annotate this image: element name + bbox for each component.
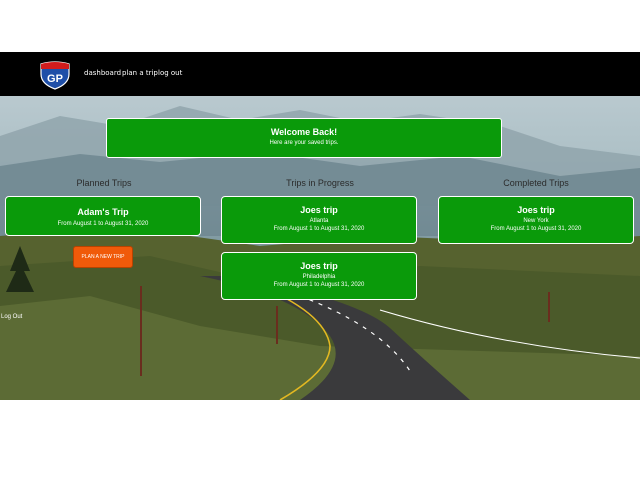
navbar: GP dashboard plan a trip log out (0, 52, 640, 96)
trip-name: Adam's Trip (77, 207, 129, 217)
welcome-banner: Welcome Back! Here are your saved trips. (106, 118, 502, 158)
plan-new-trip-button[interactable]: PLAN A NEW TRIP (73, 246, 133, 268)
nav-dashboard-link[interactable]: dashboard (84, 69, 121, 77)
trips-in-progress-heading: Trips in Progress (286, 178, 354, 188)
completed-trip-card[interactable]: Joes trip New York From August 1 to Augu… (438, 196, 634, 244)
welcome-subtitle: Here are your saved trips. (269, 140, 339, 146)
trip-dates: From August 1 to August 31, 2020 (490, 226, 582, 232)
page: GP dashboard plan a trip log out Welcome… (0, 0, 640, 480)
trip-dates: From August 1 to August 31, 2020 (273, 226, 365, 232)
nav-plan-trip-link[interactable]: plan a trip (122, 69, 158, 77)
logo-text: GP (47, 73, 63, 85)
in-progress-trip-card[interactable]: Joes trip Atlanta From August 1 to Augus… (221, 196, 417, 244)
side-logout-link[interactable]: Log Out (1, 314, 22, 320)
nav-logout-link[interactable]: log out (158, 69, 182, 77)
trip-city: New York (523, 218, 549, 224)
planned-trip-card[interactable]: Adam's Trip From August 1 to August 31, … (5, 196, 201, 236)
planned-trips-heading: Planned Trips (76, 178, 132, 188)
in-progress-trip-card[interactable]: Joes trip Philadelphia From August 1 to … (221, 252, 417, 300)
trip-name: Joes trip (517, 205, 555, 215)
trip-city: Philadelphia (302, 274, 336, 280)
trip-dates: From August 1 to August 31, 2020 (273, 282, 365, 288)
welcome-title: Welcome Back! (270, 127, 338, 137)
gp-shield-logo[interactable]: GP (38, 60, 72, 90)
trip-dates: From August 1 to August 31, 2020 (57, 221, 149, 227)
trip-city: Atlanta (309, 218, 329, 224)
trip-name: Joes trip (300, 261, 338, 271)
completed-trips-heading: Completed Trips (503, 178, 569, 188)
trip-name: Joes trip (300, 205, 338, 215)
